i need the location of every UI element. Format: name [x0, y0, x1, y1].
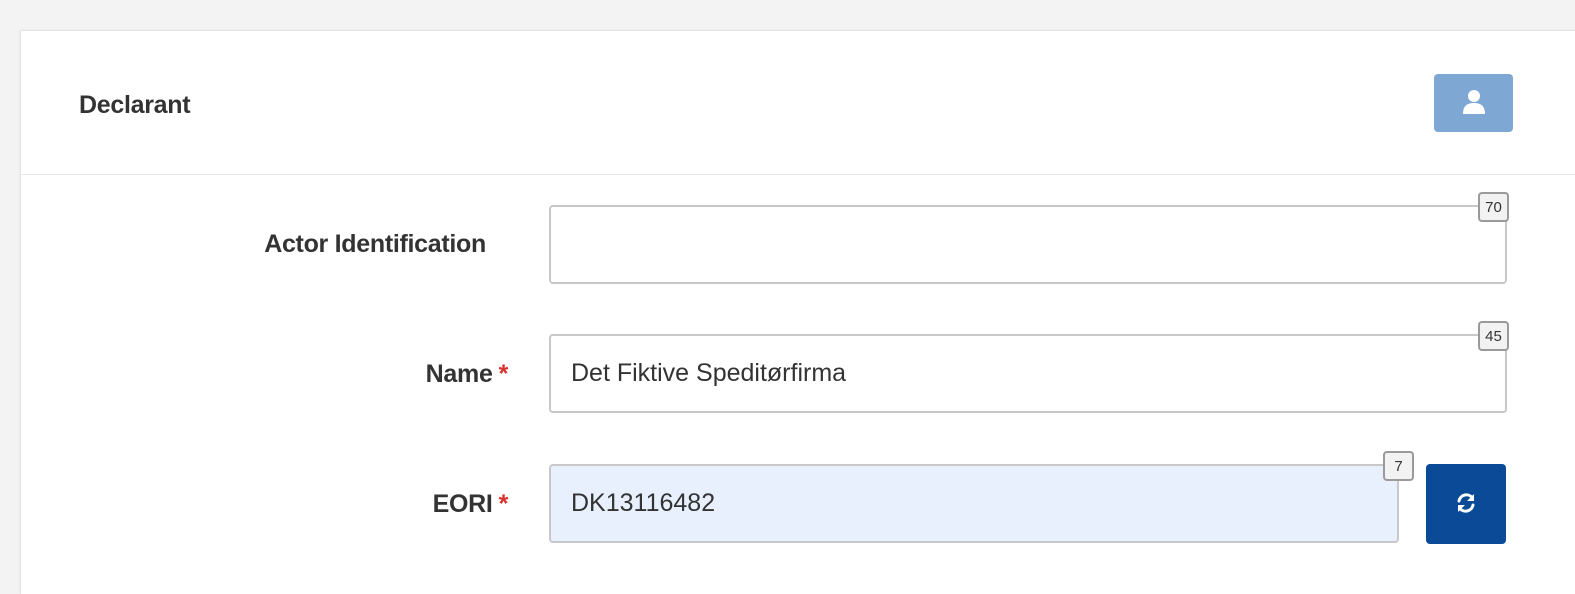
declarant-panel: Declarant Actor Identification 70 Name * … [20, 30, 1575, 594]
actor-identification-label: Actor Identification [264, 230, 486, 258]
panel-title: Declarant [79, 91, 191, 119]
name-char-counter: 45 [1478, 321, 1509, 351]
refresh-icon [1455, 492, 1477, 517]
required-marker: * [498, 360, 509, 388]
eori-char-counter: 7 [1383, 451, 1414, 481]
name-label: Name * [425, 360, 509, 388]
actor-identification-input[interactable] [549, 205, 1507, 284]
name-input[interactable] [549, 334, 1507, 413]
panel-header: Declarant [21, 31, 1575, 175]
eori-refresh-button[interactable] [1426, 464, 1506, 544]
select-actor-button[interactable] [1434, 74, 1513, 132]
user-icon [1462, 89, 1486, 118]
eori-input[interactable] [549, 464, 1399, 543]
eori-label: EORI * [432, 490, 509, 518]
actor-identification-char-counter: 70 [1478, 192, 1509, 222]
required-marker: * [498, 490, 509, 518]
